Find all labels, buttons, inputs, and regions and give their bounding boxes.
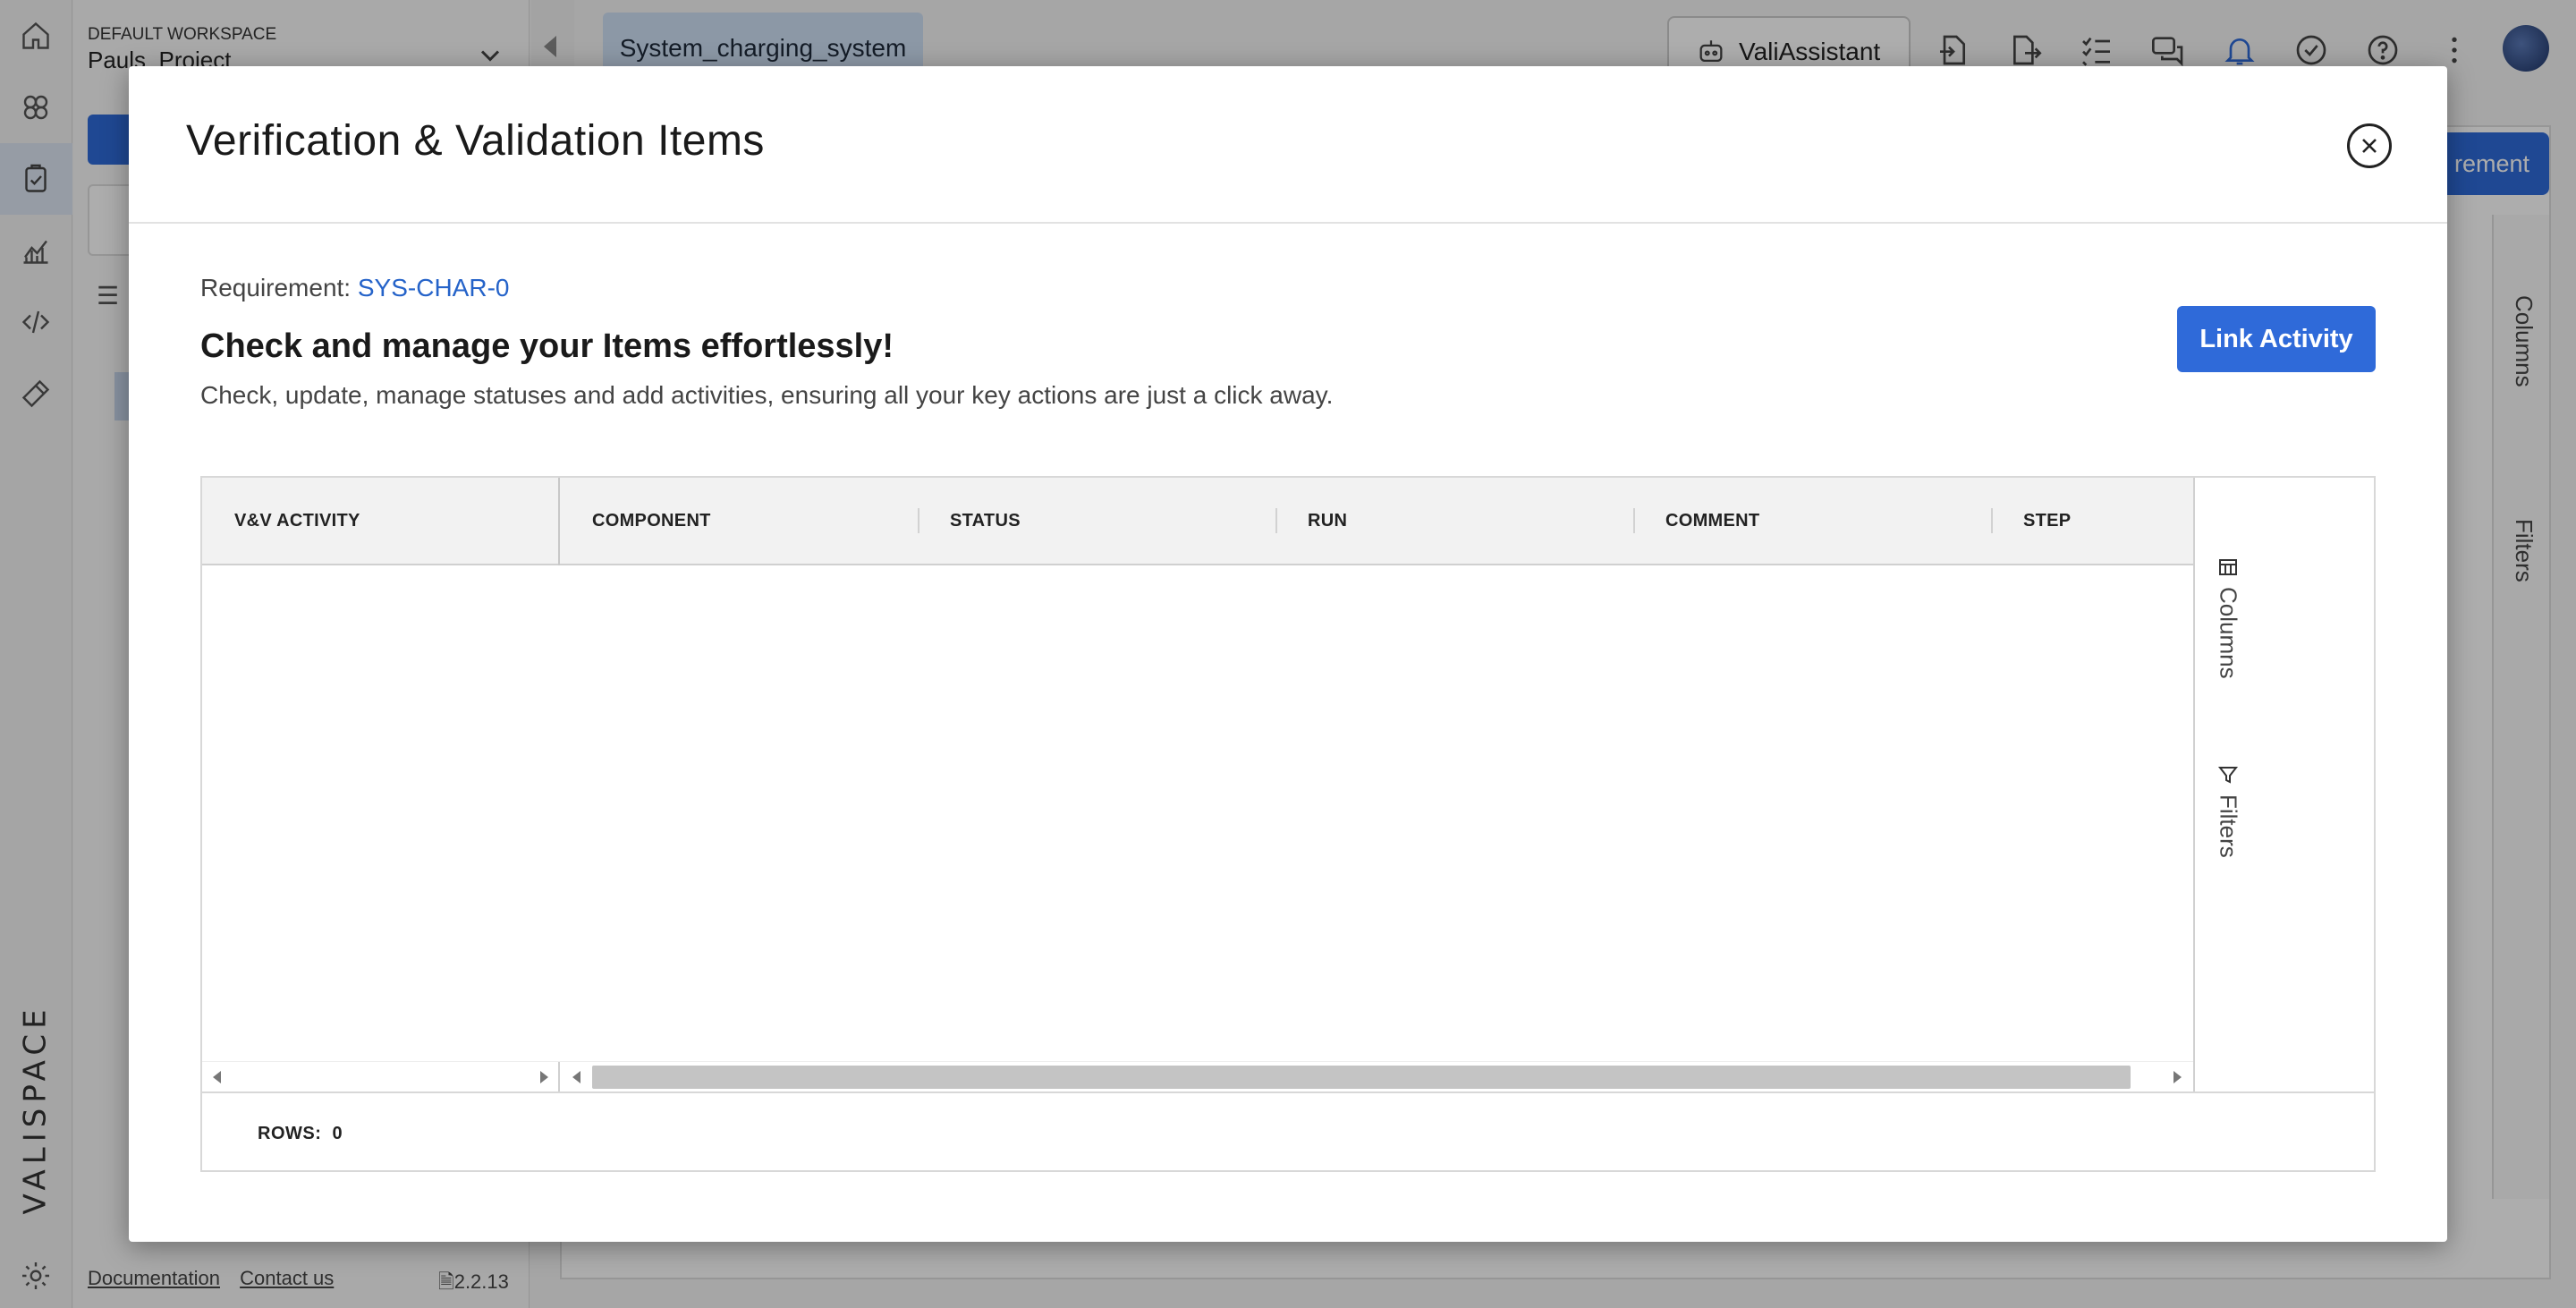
close-button[interactable] <box>2347 123 2392 168</box>
filters-tool-tab[interactable]: Filters <box>2215 764 2242 858</box>
columns-tool-tab[interactable]: Columns <box>2215 556 2242 679</box>
scrollbar-thumb[interactable] <box>592 1066 2131 1089</box>
column-header-vv-activity[interactable]: V&V ACTIVITY <box>202 478 558 564</box>
modal-headline: Check and manage your Items effortlessly… <box>200 327 894 365</box>
horizontal-scrollbar[interactable] <box>202 1061 2193 1092</box>
modal-header: Verification & Validation Items <box>129 66 2447 224</box>
row-count: ROWS: 0 <box>258 1124 343 1143</box>
modal-subtext: Check, update, manage statuses and add a… <box>200 381 1334 409</box>
scroll-left-arrow-icon[interactable] <box>213 1071 221 1083</box>
vv-items-modal: Verification & Validation Items Requirem… <box>129 66 2447 1242</box>
column-header-run[interactable]: RUN <box>1275 478 1633 564</box>
scroll-right-arrow-icon[interactable] <box>2174 1071 2182 1083</box>
column-header-status[interactable]: STATUS <box>918 478 1275 564</box>
filter-icon <box>2217 767 2239 784</box>
column-header-step[interactable]: STEP <box>1991 478 2193 564</box>
grid-header: V&V ACTIVITY COMPONENT STATUS RUN COMMEN… <box>202 478 2193 565</box>
scroll-right-arrow-icon[interactable] <box>540 1071 548 1083</box>
close-icon <box>2362 139 2377 153</box>
link-activity-button[interactable]: Link Activity <box>2177 306 2376 372</box>
grid-footer: ROWS: 0 <box>202 1091 2374 1170</box>
scroll-left-arrow-icon[interactable] <box>572 1071 580 1083</box>
requirement-line: Requirement: SYS-CHAR-0 <box>200 274 509 302</box>
column-header-comment[interactable]: COMMENT <box>1633 478 1991 564</box>
grid-side-panel: Columns Filters <box>2193 478 2374 1091</box>
requirement-id-link[interactable]: SYS-CHAR-0 <box>358 274 510 302</box>
vv-items-grid: V&V ACTIVITY COMPONENT STATUS RUN COMMEN… <box>200 476 2376 1172</box>
columns-icon <box>2219 559 2237 575</box>
requirement-label: Requirement: <box>200 274 352 302</box>
grid-body-empty <box>202 565 2193 1061</box>
column-header-component[interactable]: COMPONENT <box>560 478 918 564</box>
modal-title: Verification & Validation Items <box>186 117 765 165</box>
pinned-scroll-area <box>202 1062 560 1092</box>
